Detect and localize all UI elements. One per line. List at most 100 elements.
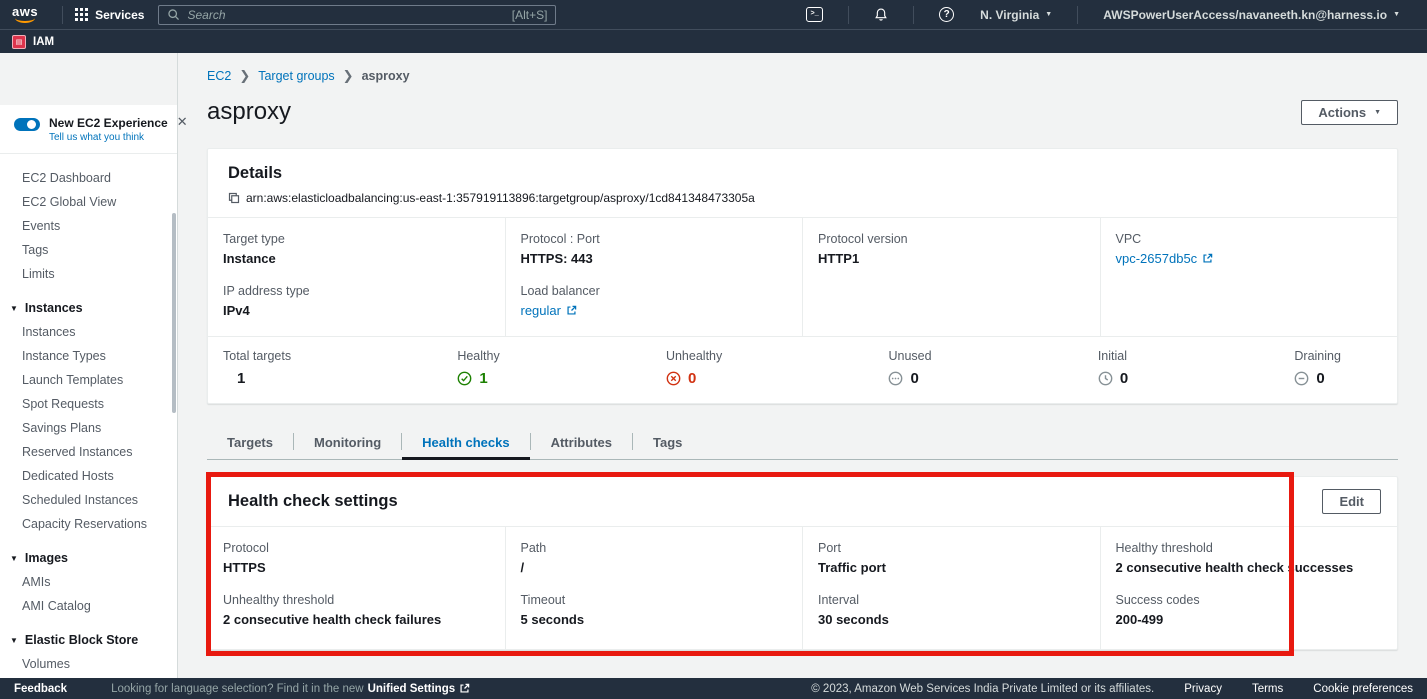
favorite-iam[interactable]: ▤ IAM: [12, 35, 54, 49]
sidebar-nav: EC2 Dashboard EC2 Global View Events Tag…: [0, 154, 177, 699]
sidebar-item-instances[interactable]: Instances: [0, 320, 177, 344]
triangle-down-icon: ▼: [10, 554, 18, 563]
sidebar-item-amis[interactable]: AMIs: [0, 570, 177, 594]
stat-healthy: Healthy 1: [457, 349, 499, 387]
feedback-link[interactable]: Feedback: [14, 683, 67, 695]
tell-us-link[interactable]: Tell us what you think: [49, 132, 168, 143]
field-label: IP address type: [223, 284, 491, 298]
region-selector[interactable]: N. Virginia ▼: [967, 8, 1065, 22]
vpc-link[interactable]: vpc-2657db5c: [1116, 251, 1214, 266]
edit-button[interactable]: Edit: [1322, 489, 1381, 514]
x-circle-icon: [666, 371, 681, 386]
sidebar-item-scheduled-instances[interactable]: Scheduled Instances: [0, 488, 177, 512]
help-icon: ?: [939, 7, 954, 22]
aws-logo[interactable]: aws: [12, 6, 38, 23]
stat-value: 0: [1316, 370, 1324, 387]
breadcrumb-target-groups[interactable]: Target groups: [258, 69, 334, 83]
sidebar-item-dedicated-hosts[interactable]: Dedicated Hosts: [0, 464, 177, 488]
sidebar-item-events[interactable]: Events: [0, 214, 177, 238]
sidebar-section-instances[interactable]: ▼ Instances: [0, 296, 177, 320]
field-label: Protocol version: [818, 232, 1086, 246]
cookie-preferences-link[interactable]: Cookie preferences: [1313, 683, 1413, 695]
copy-icon[interactable]: [228, 192, 240, 204]
divider: [62, 6, 63, 24]
hc-port-value: Traffic port: [818, 560, 1086, 575]
sidebar-section-elastic-block-store[interactable]: ▼ Elastic Block Store: [0, 628, 177, 652]
breadcrumb-ec2[interactable]: EC2: [207, 69, 231, 83]
tab-monitoring[interactable]: Monitoring: [294, 428, 401, 459]
field-label: Load balancer: [521, 284, 789, 298]
sidebar-section-images[interactable]: ▼ Images: [0, 546, 177, 570]
copyright-text: © 2023, Amazon Web Services India Privat…: [811, 683, 1154, 695]
sidebar-item-instance-types[interactable]: Instance Types: [0, 344, 177, 368]
hc-timeout-value: 5 seconds: [521, 612, 789, 627]
target-group-arn: arn:aws:elasticloadbalancing:us-east-1:3…: [246, 191, 755, 205]
terms-link[interactable]: Terms: [1252, 683, 1283, 695]
stat-label: Unused: [888, 349, 931, 363]
sidebar-scrollbar[interactable]: [172, 213, 176, 413]
details-card: Details arn:aws:elasticloadbalancing:us-…: [207, 148, 1398, 404]
close-icon[interactable]: ✕: [177, 115, 188, 128]
stat-unhealthy: Unhealthy 0: [666, 349, 722, 387]
sidebar-item-tags[interactable]: Tags: [0, 238, 177, 262]
footer-bar: Feedback Looking for language selection?…: [0, 678, 1427, 699]
sidebar-item-ec2-dashboard[interactable]: EC2 Dashboard: [0, 166, 177, 190]
sidebar-item-launch-templates[interactable]: Launch Templates: [0, 368, 177, 392]
section-label: Elastic Block Store: [25, 633, 138, 647]
tab-health-checks[interactable]: Health checks: [402, 428, 529, 459]
sidebar-item-ec2-global-view[interactable]: EC2 Global View: [0, 190, 177, 214]
chevron-right-icon: ❯: [239, 68, 250, 84]
tab-targets[interactable]: Targets: [207, 428, 293, 459]
privacy-link[interactable]: Privacy: [1184, 683, 1222, 695]
bell-icon: [874, 7, 888, 22]
stat-value: 1: [237, 370, 245, 387]
sidebar-item-reserved-instances[interactable]: Reserved Instances: [0, 440, 177, 464]
field-label: Unhealthy threshold: [223, 593, 491, 607]
toggle-knob: [27, 120, 36, 129]
hc-path-value: /: [521, 560, 789, 575]
hc-healthy-threshold-value: 2 consecutive health check successes: [1116, 560, 1384, 575]
sidebar-top-spacer: [0, 53, 177, 105]
services-label: Services: [95, 8, 144, 22]
chevron-right-icon: ❯: [343, 68, 354, 84]
field-label: VPC: [1116, 232, 1384, 246]
stat-label: Total targets: [223, 349, 291, 363]
minus-circle-icon: [1294, 371, 1309, 386]
protocol-version-value: HTTP1: [818, 251, 1086, 266]
sidebar-item-limits[interactable]: Limits: [0, 262, 177, 286]
search-input[interactable]: [187, 8, 504, 22]
external-link-icon: [566, 305, 577, 316]
sidebar-item-volumes[interactable]: Volumes: [0, 652, 177, 676]
unified-settings-label: Unified Settings: [368, 683, 456, 695]
stat-initial: Initial 0: [1098, 349, 1128, 387]
actions-button[interactable]: Actions ▼: [1301, 100, 1398, 125]
sidebar-item-capacity-reservations[interactable]: Capacity Reservations: [0, 512, 177, 536]
global-search[interactable]: [Alt+S]: [158, 5, 556, 25]
sidebar-item-savings-plans[interactable]: Savings Plans: [0, 416, 177, 440]
account-menu[interactable]: AWSPowerUserAccess/navaneeth.kn@harness.…: [1090, 8, 1413, 22]
sidebar-item-spot-requests[interactable]: Spot Requests: [0, 392, 177, 416]
services-menu[interactable]: Services: [75, 8, 144, 22]
unified-settings-link[interactable]: Unified Settings: [368, 683, 471, 695]
notifications-button[interactable]: [861, 7, 901, 22]
actions-label: Actions: [1318, 105, 1366, 120]
target-type-value: Instance: [223, 251, 491, 266]
sidebar-item-ami-catalog[interactable]: AMI Catalog: [0, 594, 177, 618]
new-experience-toggle[interactable]: [14, 118, 40, 131]
tab-attributes[interactable]: Attributes: [531, 428, 632, 459]
main-content: EC2 ❯ Target groups ❯ asproxy asproxy Ac…: [178, 53, 1427, 678]
iam-label: IAM: [33, 36, 54, 48]
load-balancer-name: regular: [521, 303, 561, 318]
field-label: Port: [818, 541, 1086, 555]
vpc-id: vpc-2657db5c: [1116, 251, 1198, 266]
external-link-icon: [1202, 253, 1213, 264]
account-label: AWSPowerUserAccess/navaneeth.kn@harness.…: [1103, 8, 1387, 22]
tab-tags[interactable]: Tags: [633, 428, 702, 459]
breadcrumb: EC2 ❯ Target groups ❯ asproxy: [207, 68, 1398, 84]
chevron-down-icon: ▼: [1045, 11, 1052, 18]
new-experience-panel: New EC2 Experience Tell us what you thin…: [0, 105, 177, 154]
help-button[interactable]: ?: [926, 7, 967, 22]
load-balancer-link[interactable]: regular: [521, 303, 577, 318]
stat-total-targets: Total targets 1: [223, 349, 291, 387]
cloudshell-button[interactable]: >_: [793, 7, 836, 22]
